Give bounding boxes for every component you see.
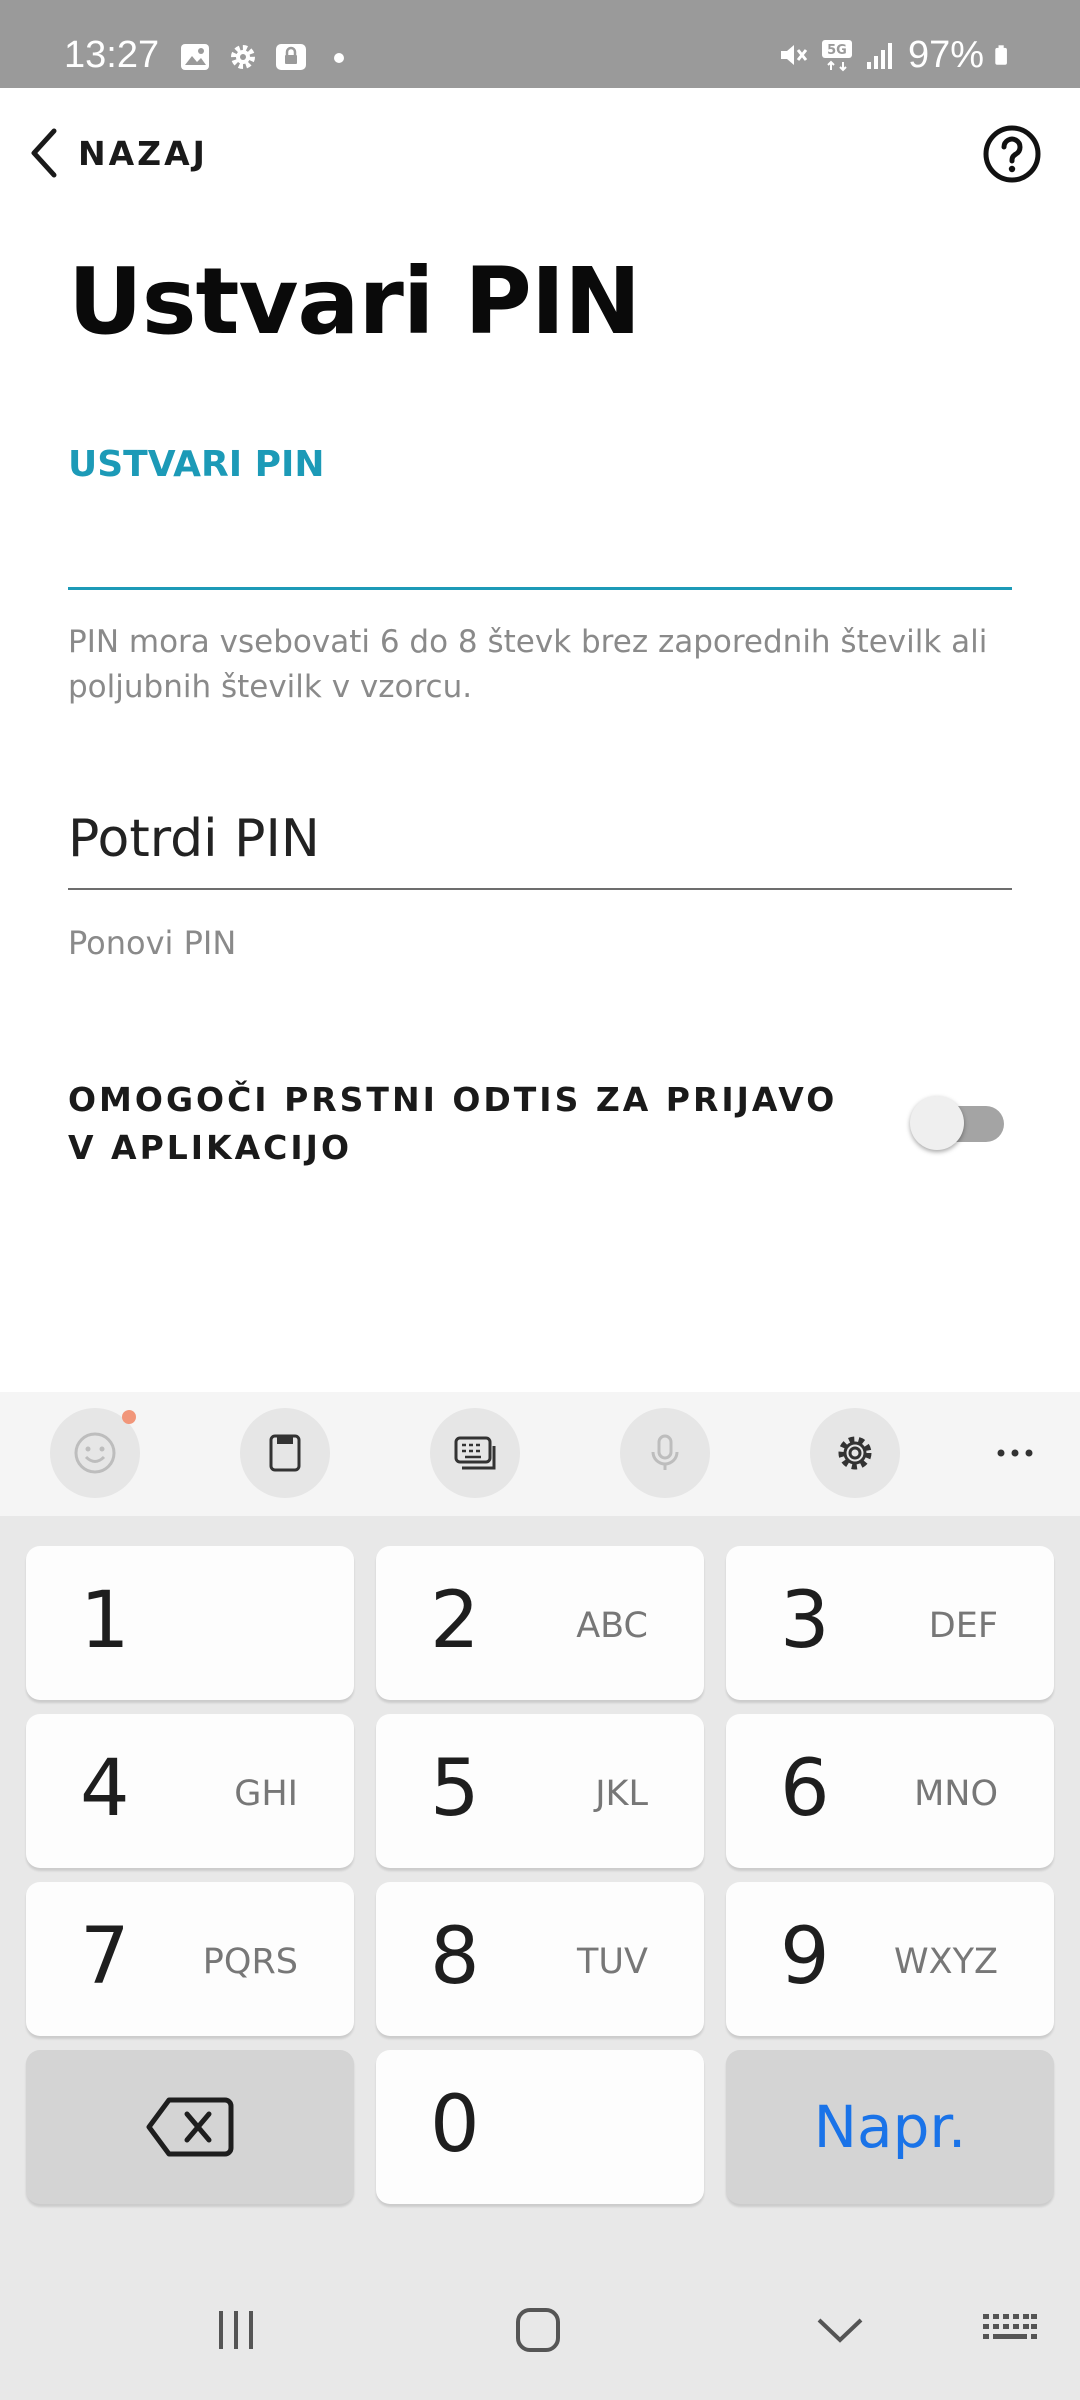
5g-icon: 5G [821, 40, 852, 72]
create-pin-helper: PIN mora vsebovati 6 do 8 števk brez zap… [68, 624, 988, 705]
key-letters: GHI [234, 1774, 298, 1814]
backspace-key[interactable] [26, 2050, 354, 2204]
status-right-icons: 5G 97% [776, 36, 1016, 74]
key-letters: TUV [577, 1942, 648, 1982]
keyboard-switch-icon [983, 2314, 1037, 2339]
fingerprint-label: OMOGOČI PRSTNI ODTIS ZA PRIJAVO V APLIKA… [68, 1080, 838, 1167]
status-bar: 13:27 5G 97% [0, 0, 1080, 88]
key-digit: 1 [80, 1576, 130, 1666]
status-time: 13:27 [64, 34, 160, 76]
key-5[interactable]: 5 JKL [376, 1714, 704, 1868]
recents-button[interactable] [196, 2300, 276, 2360]
battery-icon [995, 45, 1007, 65]
mute-icon [780, 45, 808, 65]
numeric-keyboard: 1 2 ABC 3 DEF 4 GHI 5 JKL 6 MNO 7 PQRS 8… [0, 1516, 1080, 2260]
keyboard-switch-button[interactable] [970, 2300, 1050, 2360]
key-3[interactable]: 3 DEF [726, 1546, 1054, 1700]
key-digit: 3 [780, 1576, 830, 1666]
gear-icon [838, 1436, 872, 1470]
key-digit: 4 [80, 1744, 130, 1834]
create-pin-label: USTVARI PIN [68, 444, 325, 485]
create-pin-input[interactable] [68, 500, 1012, 590]
emoji-icon [74, 1432, 116, 1474]
more-button[interactable] [970, 1408, 1060, 1498]
key-digit: 6 [780, 1744, 830, 1834]
key-letters: DEF [928, 1606, 998, 1646]
keyboard-toolbar [0, 1392, 1080, 1516]
key-digit: 2 [430, 1576, 480, 1666]
key-6[interactable]: 6 MNO [726, 1714, 1054, 1868]
back-button[interactable]: NAZAJ [24, 120, 218, 186]
battery-percentage: 97% [907, 34, 984, 76]
dot-icon [334, 53, 344, 63]
key-7[interactable]: 7 PQRS [26, 1882, 354, 2036]
navigation-bar [0, 2260, 1080, 2400]
app-header: NAZAJ [0, 88, 1080, 218]
key-digit: 8 [430, 1912, 480, 2002]
gallery-icon [181, 44, 209, 70]
svg-text:5G: 5G [827, 43, 847, 58]
settings-icon [231, 45, 255, 69]
backspace-icon [146, 2097, 234, 2157]
home-icon [516, 2308, 560, 2352]
go-key[interactable]: Napr. [726, 2050, 1054, 2204]
key-0[interactable]: 0 [376, 2050, 704, 2204]
question-circle-icon[interactable] [982, 124, 1042, 184]
key-8[interactable]: 8 TUV [376, 1882, 704, 2036]
key-1[interactable]: 1 [26, 1546, 354, 1700]
home-button[interactable] [498, 2300, 578, 2360]
settings-button[interactable] [810, 1408, 900, 1498]
key-letters: JKL [595, 1774, 648, 1814]
key-2[interactable]: 2 ABC [376, 1546, 704, 1700]
keyboard-mode-button[interactable] [430, 1408, 520, 1498]
microphone-icon [651, 1434, 679, 1470]
clipboard-button[interactable] [240, 1408, 330, 1498]
confirm-pin-helper: Ponovi PIN [68, 924, 237, 962]
fingerprint-toggle[interactable] [910, 1096, 1006, 1150]
back-label: NAZAJ [78, 133, 208, 173]
key-digit: 9 [780, 1912, 830, 2002]
key-letters: PQRS [202, 1942, 298, 1982]
chevron-left-icon [31, 128, 57, 178]
page-title: Ustvari PIN [68, 248, 641, 355]
status-left-icons [178, 40, 356, 74]
backspace-wrap [26, 2050, 354, 2204]
key-letters: ABC [576, 1606, 648, 1646]
lock-app-icon [276, 44, 306, 70]
signal-icon [866, 43, 892, 69]
key-digit: 5 [430, 1744, 480, 1834]
key-4[interactable]: 4 GHI [26, 1714, 354, 1868]
key-letters: MNO [914, 1774, 998, 1814]
notification-dot [122, 1410, 136, 1424]
recents-icon [219, 2311, 253, 2349]
microphone-button[interactable] [620, 1408, 710, 1498]
hide-keyboard-icon [817, 2318, 863, 2343]
key-letters: WXYZ [894, 1942, 998, 1982]
toggle-thumb [910, 1096, 964, 1150]
key-digit: 7 [80, 1912, 130, 2002]
go-key-label: Napr. [813, 2093, 967, 2161]
more-icon [997, 1449, 1033, 1457]
clipboard-icon [269, 1434, 301, 1472]
key-digit: 0 [430, 2080, 480, 2170]
keyboard-mode-icon [454, 1436, 496, 1470]
hide-keyboard-button[interactable] [800, 2300, 880, 2360]
key-9[interactable]: 9 WXYZ [726, 1882, 1054, 2036]
confirm-pin-input[interactable] [68, 790, 1012, 890]
